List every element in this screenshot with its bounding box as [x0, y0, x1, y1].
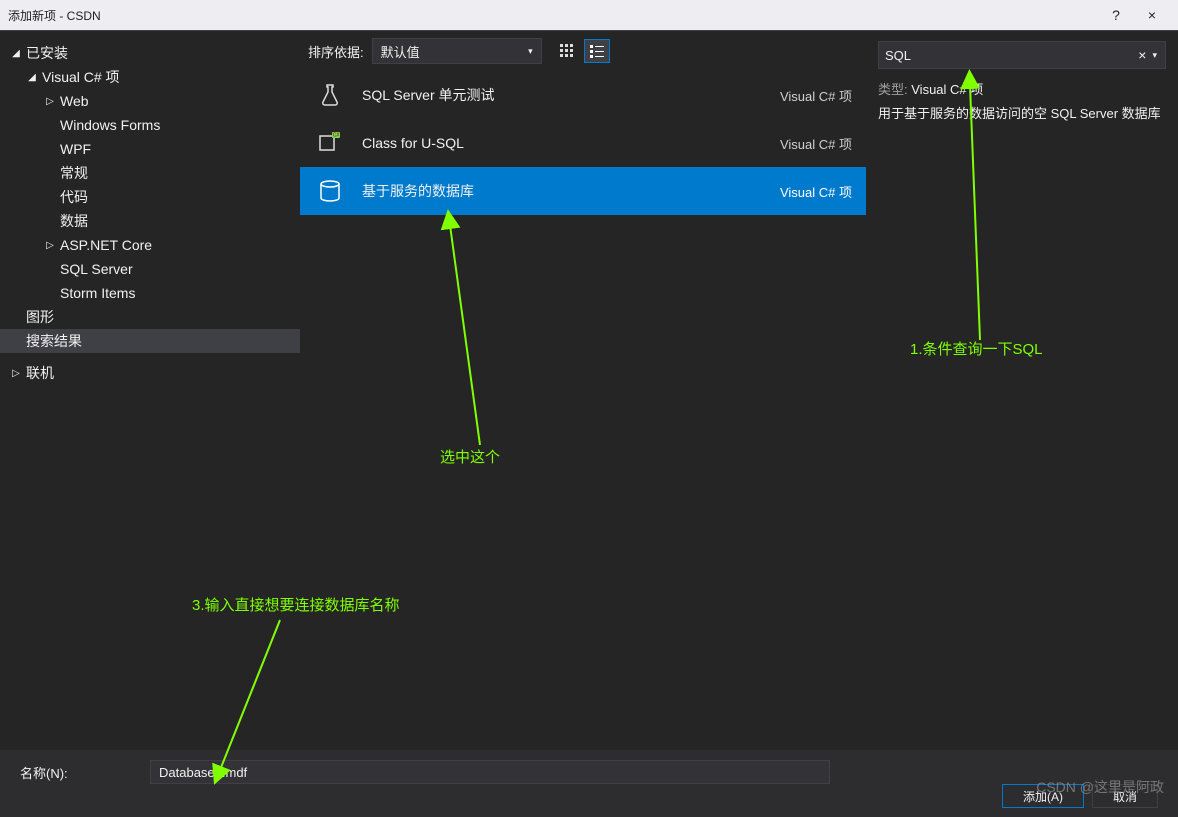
- info-type: 类型: Visual C# 项: [878, 79, 1166, 98]
- close-button[interactable]: ×: [1134, 7, 1170, 23]
- item-label: 基于服务的数据库: [362, 181, 780, 201]
- tree-item-winforms[interactable]: Windows Forms: [0, 113, 300, 137]
- chevron-right-icon: ▷: [44, 240, 56, 251]
- grid-view-button[interactable]: [554, 39, 580, 63]
- template-item-service-db[interactable]: 基于服务的数据库 Visual C# 项: [300, 167, 866, 215]
- item-category: Visual C# 项: [780, 134, 852, 153]
- list-view-button[interactable]: [584, 39, 610, 63]
- template-item-sql-unit-test[interactable]: SQL Server 单元测试 Visual C# 项: [300, 71, 866, 119]
- item-category: Visual C# 项: [780, 182, 852, 201]
- sort-label: 排序依据:: [308, 42, 364, 61]
- chevron-down-icon: ◢: [26, 72, 38, 83]
- center-pane: 排序依据: 默认值 ▾ SQL Server 单元测试 Visual: [300, 31, 866, 750]
- titlebar: 添加新项 - CSDN ? ×: [0, 0, 1178, 30]
- database-icon: [314, 175, 346, 207]
- flask-icon: [314, 79, 346, 111]
- tree-item-wpf[interactable]: WPF: [0, 137, 300, 161]
- chevron-down-icon: ▾: [528, 46, 533, 57]
- tree-item-data[interactable]: 数据: [0, 209, 300, 233]
- tree-visual-csharp[interactable]: ◢Visual C# 项: [0, 65, 300, 89]
- window-title: 添加新项 - CSDN: [8, 7, 101, 24]
- chevron-down-icon: ◢: [10, 48, 22, 59]
- item-category: Visual C# 项: [780, 86, 852, 105]
- sidebar-tree: ◢已安装 ◢Visual C# 项 ▷Web Windows Forms WPF…: [0, 31, 300, 750]
- tree-item-storm[interactable]: Storm Items: [0, 281, 300, 305]
- sort-dropdown[interactable]: 默认值 ▾: [372, 38, 542, 64]
- help-button[interactable]: ?: [1098, 7, 1134, 23]
- right-pane: × ▾ 类型: Visual C# 项 用于基于服务的数据访问的空 SQL Se…: [866, 31, 1178, 750]
- tree-item-aspnet[interactable]: ▷ASP.NET Core: [0, 233, 300, 257]
- tree-online[interactable]: ▷联机: [0, 361, 300, 385]
- watermark: CSDN @这里是阿政: [1036, 777, 1164, 797]
- tree-graphic[interactable]: 图形: [0, 305, 300, 329]
- item-label: Class for U-SQL: [362, 135, 780, 151]
- list-icon: [590, 44, 604, 58]
- name-label: 名称(N):: [20, 763, 120, 782]
- search-box[interactable]: × ▾: [878, 41, 1166, 69]
- center-toolbar: 排序依据: 默认值 ▾: [300, 31, 866, 71]
- tree-item-general[interactable]: 常规: [0, 161, 300, 185]
- tree-search-results[interactable]: 搜索结果: [0, 329, 300, 353]
- svg-text:C#: C#: [333, 133, 340, 139]
- class-icon: C#: [314, 127, 346, 159]
- item-label: SQL Server 单元测试: [362, 85, 780, 105]
- dialog-footer: 名称(N): 添加(A) 取消: [0, 750, 1178, 817]
- template-item-usql-class[interactable]: C# Class for U-SQL Visual C# 项: [300, 119, 866, 167]
- name-input[interactable]: [150, 760, 830, 784]
- tree-item-code[interactable]: 代码: [0, 185, 300, 209]
- clear-search-icon[interactable]: ×: [1134, 47, 1150, 63]
- tree-item-web[interactable]: ▷Web: [0, 89, 300, 113]
- tree-item-sqlserver[interactable]: SQL Server: [0, 257, 300, 281]
- grid-icon: [560, 44, 574, 58]
- chevron-right-icon: ▷: [44, 96, 56, 107]
- search-input[interactable]: [885, 48, 1134, 63]
- chevron-down-icon[interactable]: ▾: [1150, 50, 1159, 61]
- tree-installed[interactable]: ◢已安装: [0, 41, 300, 65]
- info-description: 用于基于服务的数据访问的空 SQL Server 数据库: [878, 104, 1166, 124]
- chevron-right-icon: ▷: [10, 368, 22, 379]
